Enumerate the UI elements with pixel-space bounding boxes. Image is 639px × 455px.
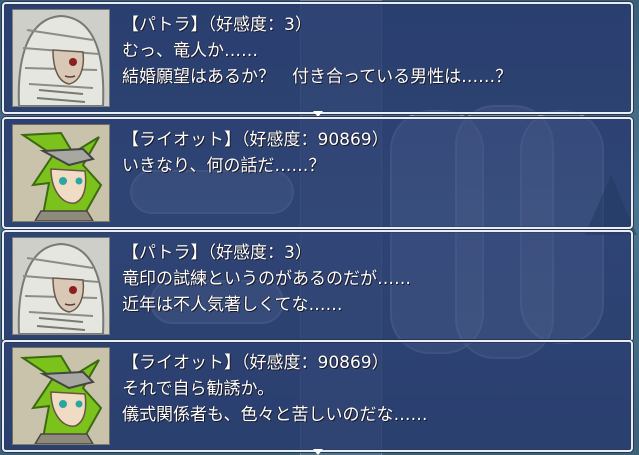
message-text: 【ライオット】（好感度：90869） いきなり、何の話だ……？ bbox=[122, 127, 627, 179]
message-line: それで自ら勧誘か。 bbox=[122, 379, 275, 399]
raiot-face bbox=[12, 124, 110, 222]
patra-portrait bbox=[13, 238, 109, 334]
message-line: むっ、竜人か…… bbox=[122, 41, 258, 61]
speaker-tag: 【パトラ】（好感度：3） bbox=[122, 243, 312, 263]
message-line: いきなり、何の話だ……？ bbox=[122, 156, 326, 176]
speaker-tag: 【ライオット】（好感度：90869） bbox=[122, 353, 389, 373]
message-text: 【パトラ】（好感度：3） 竜印の試練というのがあるのだが…… 近年は不人気著しく… bbox=[122, 240, 627, 318]
raiot-face bbox=[12, 347, 110, 445]
message-window[interactable]: 【パトラ】（好感度：3） むっ、竜人か…… 結婚願望はあるか？ 付き合っている男… bbox=[2, 2, 633, 117]
continue-arrow-icon[interactable] bbox=[312, 449, 323, 455]
message-window[interactable]: 【ライオット】（好感度：90869） いきなり、何の話だ……？ bbox=[2, 117, 633, 229]
patra-face bbox=[12, 237, 110, 335]
message-line: 結婚願望はあるか？ 付き合っている男性は……？ bbox=[122, 67, 513, 87]
raiot-portrait bbox=[13, 348, 109, 444]
message-window[interactable]: 【パトラ】（好感度：3） 竜印の試練というのがあるのだが…… 近年は不人気著しく… bbox=[2, 230, 633, 342]
message-line: 竜印の試練というのがあるのだが…… bbox=[122, 269, 411, 289]
raiot-portrait bbox=[13, 125, 109, 221]
message-text: 【ライオット】（好感度：90869） それで自ら勧誘か。 儀式関係者も、色々と苦… bbox=[122, 350, 627, 428]
patra-face bbox=[12, 9, 110, 107]
message-window[interactable]: 【ライオット】（好感度：90869） それで自ら勧誘か。 儀式関係者も、色々と苦… bbox=[2, 340, 633, 455]
speaker-tag: 【パトラ】（好感度：3） bbox=[122, 15, 312, 35]
message-line: 近年は不人気著しくてな…… bbox=[122, 295, 343, 315]
message-line: 儀式関係者も、色々と苦しいのだな…… bbox=[122, 405, 428, 425]
message-text: 【パトラ】（好感度：3） むっ、竜人か…… 結婚願望はあるか？ 付き合っている男… bbox=[122, 12, 627, 90]
patra-portrait bbox=[13, 10, 109, 106]
speaker-tag: 【ライオット】（好感度：90869） bbox=[122, 130, 389, 150]
